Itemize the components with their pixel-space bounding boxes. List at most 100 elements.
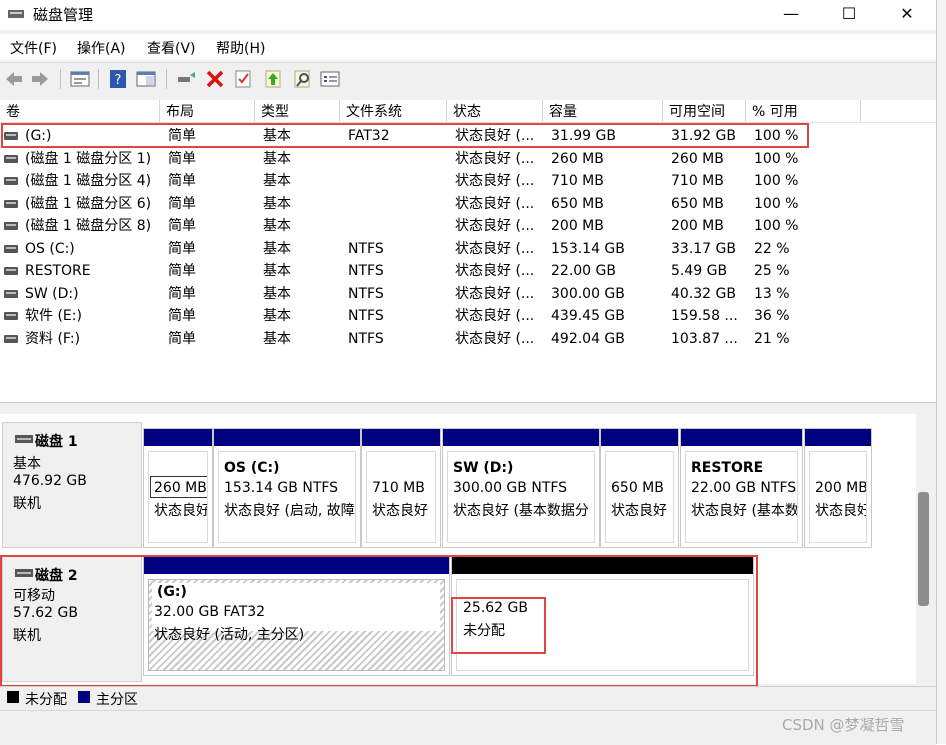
primary-partition-bar [443, 429, 599, 446]
cell-pct: 22 % [754, 240, 790, 257]
cell-fs: NTFS [348, 308, 384, 324]
cell-status: 状态良好 (... [455, 173, 535, 189]
partition-l2: 300.00 GB NTFS [453, 480, 568, 496]
table-row[interactable]: 资料 (F:) 简单 基本 NTFS 状态良好 (... 492.04 GB 103.87 … [0, 328, 936, 350]
up-icon[interactable] [263, 69, 283, 89]
table-row[interactable]: 软件 (E:) 简单 基本 NTFS 状态良好 (... 439.45 GB 159.58 … [0, 305, 936, 327]
col-filesystem[interactable]: 文件系统 [340, 100, 447, 122]
partition-selection-box [150, 476, 207, 498]
table-row[interactable]: (磁盘 1 磁盘分区 6) 简单 基本 状态良好 (... 650 MB 650 MB 10… [0, 193, 936, 215]
col-capacity[interactable]: 容量 [543, 100, 663, 122]
watermark: CSDN @梦凝哲雪 [782, 716, 905, 734]
primary-partition-bar [214, 429, 360, 446]
cell-pct: 100 % [754, 173, 799, 189]
connect-icon[interactable] [176, 69, 196, 89]
cell-capacity: 200 MB [551, 218, 604, 234]
cell-status: 状态良好 (... [455, 218, 535, 234]
disk1-name: 磁盘 1 [35, 434, 78, 450]
properties-icon[interactable] [70, 69, 90, 89]
partition-l3: 状态良好 (启动, 故障 [224, 503, 355, 519]
col-volume[interactable]: 卷 [0, 100, 160, 122]
cell-status: 状态良好 (... [455, 150, 535, 167]
close-button[interactable]: ✕ [878, 0, 936, 30]
svg-text:?: ? [115, 73, 122, 88]
cell-layout: 简单 [168, 218, 196, 234]
maximize-button[interactable]: ☐ [820, 0, 878, 30]
col-type[interactable]: 类型 [255, 100, 340, 122]
partition-l3: 状态良好 [154, 503, 208, 519]
col-free-space[interactable]: 可用空间 [663, 100, 746, 122]
disk1-partition[interactable]: 650 MB 状态良好 [600, 428, 679, 548]
delete-icon[interactable] [205, 69, 225, 89]
cell-free: 260 MB [671, 150, 724, 167]
legend-unallocated: 未分配 [25, 692, 67, 708]
menu-help[interactable]: 帮助(H) [216, 38, 265, 58]
show-hide-icon[interactable] [136, 69, 156, 89]
help-icon[interactable]: ? [108, 69, 128, 89]
disk1-kind: 基本 [13, 456, 41, 472]
disk1-info[interactable]: 磁盘 1 基本 476.92 GB 联机 [2, 422, 142, 548]
col-status[interactable]: 状态 [447, 100, 543, 122]
list-view-icon[interactable] [320, 69, 340, 89]
cell-capacity: 260 MB [551, 150, 604, 167]
cell-pct: 21 % [754, 330, 790, 347]
cell-free: 200 MB [671, 218, 724, 234]
cell-capacity: 153.14 GB [551, 240, 625, 257]
find-icon[interactable] [292, 69, 312, 89]
disk1-partition[interactable]: 200 MB 状态良好 [804, 428, 872, 548]
table-row[interactable]: (磁盘 1 磁盘分区 8) 简单 基本 状态良好 (... 200 MB 200 MB 10… [0, 215, 936, 237]
cell-layout: 简单 [168, 308, 196, 324]
cell-capacity: 439.45 GB [551, 308, 625, 324]
volume-icon [4, 222, 18, 230]
cell-status: 状态良好 (... [455, 285, 535, 302]
partition-l2: 710 MB [372, 480, 425, 496]
table-row[interactable]: RESTORE 简单 基本 NTFS 状态良好 (... 22.00 GB 5.49 GB 2… [0, 260, 936, 282]
cell-name: (磁盘 1 磁盘分区 4) [25, 173, 152, 189]
menu-file[interactable]: 文件(F) [10, 38, 57, 58]
primary-partition-bar [144, 429, 212, 446]
cell-free: 5.49 GB [671, 263, 728, 279]
col-percent-free[interactable]: % 可用 [746, 100, 861, 122]
minimize-button[interactable]: — [762, 0, 820, 30]
disk1-partition[interactable]: 710 MB 状态良好 [361, 428, 441, 548]
disk1-state: 联机 [13, 496, 41, 512]
col-layout[interactable]: 布局 [160, 100, 255, 122]
partition-l3: 状态良好 [372, 503, 428, 519]
cell-pct: 100 % [754, 195, 799, 212]
check-icon[interactable] [233, 69, 253, 89]
cell-layout: 简单 [168, 330, 196, 347]
disk1-partition[interactable]: 260 MB 状态良好 [143, 428, 213, 548]
table-row[interactable]: SW (D:) 简单 基本 NTFS 状态良好 (... 300.00 GB 40.32 G… [0, 283, 936, 305]
table-row[interactable]: (磁盘 1 磁盘分区 4) 简单 基本 状态良好 (... 710 MB 710 MB 10… [0, 170, 936, 192]
cell-status: 状态良好 (... [455, 308, 535, 324]
partition-l3: 状态良好 [611, 503, 667, 519]
cell-type: 基本 [263, 195, 291, 212]
cell-layout: 简单 [168, 285, 196, 302]
scrollbar-thumb[interactable] [918, 492, 929, 606]
background-window-edge [937, 0, 946, 744]
list-header: 卷 布局 类型 文件系统 状态 容量 可用空间 % 可用 [0, 100, 936, 123]
cell-name: 软件 (E:) [25, 308, 82, 324]
back-icon[interactable] [4, 69, 24, 89]
menu-view[interactable]: 查看(V) [147, 38, 196, 58]
table-row[interactable]: OS (C:) 简单 基本 NTFS 状态良好 (... 153.14 GB 33.17 G… [0, 238, 936, 260]
menu-action[interactable]: 操作(A) [77, 38, 126, 58]
volume-icon [4, 289, 18, 298]
cell-fs: NTFS [348, 240, 384, 257]
cell-name: OS (C:) [25, 240, 75, 257]
cell-capacity: 710 MB [551, 173, 604, 189]
cell-free: 40.32 GB [671, 285, 736, 302]
disk1-partition[interactable]: OS (C:) 153.14 GB NTFS 状态良好 (启动, 故障 [213, 428, 361, 548]
cell-type: 基本 [263, 308, 291, 324]
cell-type: 基本 [263, 285, 291, 302]
forward-icon[interactable] [30, 69, 50, 89]
disk1-partition[interactable]: SW (D:) 300.00 GB NTFS 状态良好 (基本数据分 [442, 428, 600, 548]
highlight-box-disk2 [0, 555, 758, 687]
graphical-scrollbar[interactable] [916, 414, 936, 684]
cell-layout: 简单 [168, 150, 196, 167]
volume-icon [4, 154, 18, 163]
disk1-partition[interactable]: RESTORE 22.00 GB NTFS 状态良好 (基本数 [680, 428, 803, 548]
table-row[interactable]: (磁盘 1 磁盘分区 1) 简单 基本 状态良好 (... 260 MB 260 MB 10… [0, 148, 936, 170]
partition-l3: 状态良好 [815, 503, 867, 519]
cell-free: 650 MB [671, 195, 724, 212]
